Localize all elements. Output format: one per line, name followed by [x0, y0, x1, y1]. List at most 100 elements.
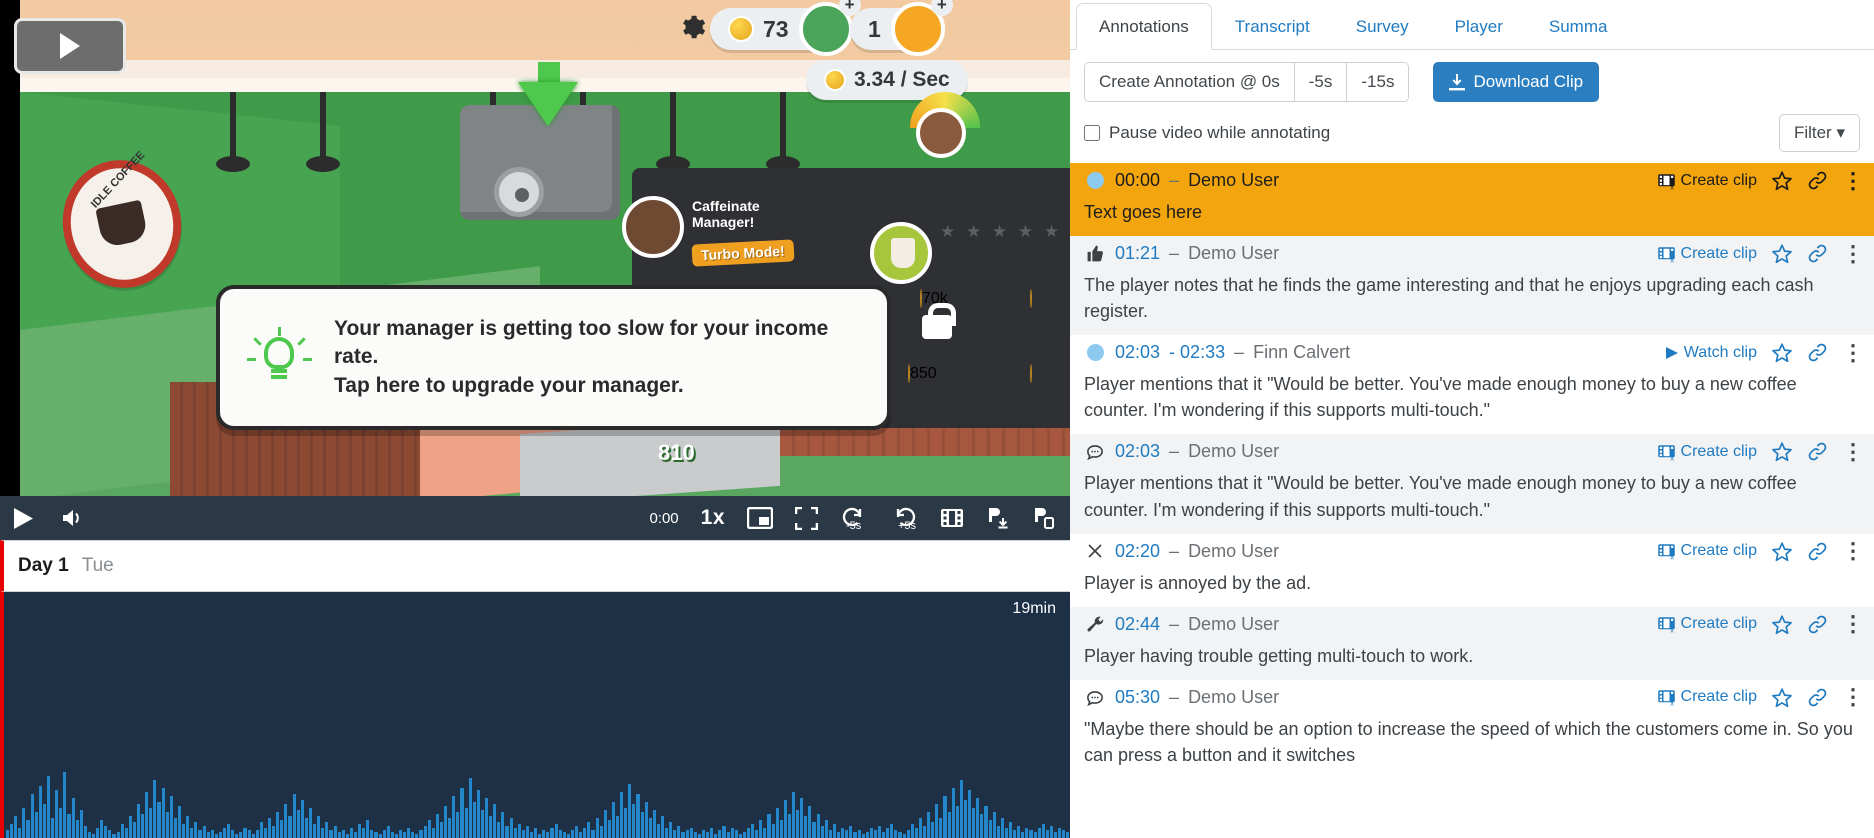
waveform-bar: [419, 830, 423, 838]
create-clip-button[interactable]: x Create clip: [1657, 443, 1757, 461]
star-icon[interactable]: [1771, 342, 1793, 363]
pause-checkbox-input[interactable]: [1084, 125, 1100, 141]
annotation-row[interactable]: 02:44– Demo User x Create clip ⋮ Player havin…: [1070, 606, 1874, 680]
star-icon[interactable]: [1771, 441, 1793, 462]
annotation-time[interactable]: 02:03: [1115, 441, 1160, 462]
gem-add-badge[interactable]: +: [890, 0, 953, 56]
download-clip-icon[interactable]: [986, 506, 1010, 530]
minus-5s-button[interactable]: -5s: [1294, 63, 1348, 101]
link-icon[interactable]: [1807, 541, 1828, 562]
create-clip-button[interactable]: x Create clip: [1657, 172, 1757, 190]
link-icon[interactable]: [1807, 614, 1828, 635]
tab-survey[interactable]: Survey: [1333, 3, 1432, 50]
create-annotation-button[interactable]: Create Annotation @ 0s: [1085, 63, 1295, 101]
filter-dropdown-button[interactable]: Filter ▾: [1778, 114, 1860, 152]
waveform-bar: [165, 812, 169, 838]
filmstrip-icon[interactable]: [940, 507, 964, 529]
copy-clip-icon[interactable]: [1032, 506, 1056, 530]
cash-hud[interactable]: 73 +: [710, 0, 861, 56]
price-locked-1[interactable]: [1030, 289, 1032, 308]
forward-5s-button[interactable]: +5s: [890, 505, 918, 532]
annotation-time-start[interactable]: 02:03: [1115, 342, 1160, 363]
tab-annotations[interactable]: Annotations: [1076, 3, 1212, 50]
annotation-time-end[interactable]: - 02:33: [1169, 342, 1225, 363]
overlay-play-button[interactable]: [14, 18, 126, 74]
star-icon[interactable]: [1771, 614, 1793, 635]
link-icon[interactable]: [1807, 687, 1828, 708]
waveform-bar: [939, 818, 943, 838]
gem-hud[interactable]: 1 +: [850, 0, 953, 56]
create-clip-button[interactable]: x Create clip: [1657, 542, 1757, 560]
speech-bubble-icon: [1084, 688, 1106, 707]
annotation-row[interactable]: 02:20– Demo User x Create clip ⋮ Player is an…: [1070, 534, 1874, 607]
link-icon[interactable]: [1807, 170, 1828, 191]
download-clips-button[interactable]: Download Clip: [1433, 62, 1600, 102]
playback-speed-button[interactable]: 1x: [701, 506, 725, 530]
video-stage[interactable]: IDLE COFFEE Caffeinate Manager! Turbo Mo…: [0, 0, 1070, 496]
waveform-bar: [317, 816, 321, 838]
kebab-menu-icon[interactable]: ⋮: [1842, 169, 1864, 191]
tab-transcript[interactable]: Transcript: [1212, 3, 1333, 50]
picture-in-picture-icon[interactable]: [747, 507, 773, 529]
link-icon[interactable]: [1807, 243, 1828, 264]
audio-waveform[interactable]: 19min: [0, 592, 1070, 838]
star-icon[interactable]: [1771, 243, 1793, 264]
waveform-bar: [42, 804, 46, 838]
kebab-menu-icon[interactable]: ⋮: [1842, 341, 1864, 363]
annotation-time[interactable]: 02:20: [1115, 541, 1160, 562]
gear-icon[interactable]: [675, 12, 707, 44]
volume-button[interactable]: [63, 508, 87, 528]
waveform-bar: [792, 792, 796, 838]
annotation-time[interactable]: 02:44: [1115, 614, 1160, 635]
waveform-bar: [280, 820, 284, 838]
annotation-row[interactable]: 02:03 - 02:33– Finn Calvert Watch clip ⋮ Pla…: [1070, 335, 1874, 434]
kebab-menu-icon[interactable]: ⋮: [1842, 242, 1864, 264]
annotation-time[interactable]: 00:00: [1115, 170, 1160, 191]
annotation-time[interactable]: 05:30: [1115, 687, 1160, 708]
day-marker-row[interactable]: Day 1 Tue: [0, 540, 1070, 592]
annotation-row[interactable]: 00:00– Demo User x Create clip ⋮ Text goes he…: [1070, 163, 1874, 237]
link-icon[interactable]: [1807, 441, 1828, 462]
kebab-menu-icon[interactable]: ⋮: [1842, 686, 1864, 708]
annotation-row[interactable]: 05:30– Demo User x Create clip ⋮ "Maybe there…: [1070, 680, 1874, 779]
waveform-bar: [382, 830, 386, 838]
fullscreen-icon[interactable]: [795, 506, 818, 530]
watch-clip-button[interactable]: Watch clip: [1665, 344, 1757, 362]
price-850[interactable]: 850: [908, 364, 937, 383]
waveform-bar: [484, 798, 489, 838]
annotation-row[interactable]: 02:03– Demo User x Create clip ⋮ Player menti…: [1070, 434, 1874, 534]
kebab-menu-icon[interactable]: ⋮: [1842, 540, 1864, 562]
waveform-bar: [186, 816, 190, 838]
turbo-mode-badge[interactable]: Turbo Mode!: [691, 239, 795, 267]
day-name: Tue: [81, 555, 114, 576]
app-root: IDLE COFFEE Caffeinate Manager! Turbo Mo…: [0, 0, 1874, 838]
star-icon[interactable]: [1771, 170, 1793, 191]
annotation-row[interactable]: 01:21– Demo User x Create clip ⋮ The player n…: [1070, 236, 1874, 336]
annotations-list[interactable]: 00:00– Demo User x Create clip ⋮ Text goes he…: [1070, 163, 1874, 838]
annotation-time[interactable]: 01:21: [1115, 243, 1160, 264]
waveform-bar: [1045, 830, 1049, 838]
tab-summary[interactable]: Summa: [1526, 3, 1631, 50]
kebab-menu-icon[interactable]: ⋮: [1842, 440, 1864, 462]
create-clip-button[interactable]: x Create clip: [1657, 615, 1757, 633]
minus-15s-button[interactable]: -15s: [1347, 63, 1409, 101]
tab-player[interactable]: Player: [1432, 3, 1526, 50]
create-clip-button[interactable]: x Create clip: [1657, 688, 1757, 706]
star-icon[interactable]: [1771, 541, 1793, 562]
star-icon[interactable]: [1771, 687, 1793, 708]
price-locked-2[interactable]: [1030, 364, 1032, 383]
blue-dot-icon: [1086, 344, 1104, 362]
tip-popup[interactable]: Your manager is getting too slow for you…: [216, 285, 891, 430]
pause-while-annotating-checkbox[interactable]: Pause video while annotating: [1084, 123, 1330, 143]
link-icon[interactable]: [1807, 342, 1828, 363]
play-button[interactable]: [14, 507, 33, 529]
create-clip-button[interactable]: x Create clip: [1657, 245, 1757, 263]
waveform-bar: [472, 802, 476, 838]
waveform-bar: [46, 776, 51, 838]
cash-add-badge[interactable]: +: [798, 0, 861, 56]
kebab-menu-icon[interactable]: ⋮: [1842, 613, 1864, 635]
rewind-5s-button[interactable]: -5s: [840, 505, 868, 532]
waveform-bar: [366, 820, 370, 838]
waveform-bar: [595, 818, 599, 838]
manager-card[interactable]: Caffeinate Manager! Turbo Mode!: [622, 190, 812, 290]
